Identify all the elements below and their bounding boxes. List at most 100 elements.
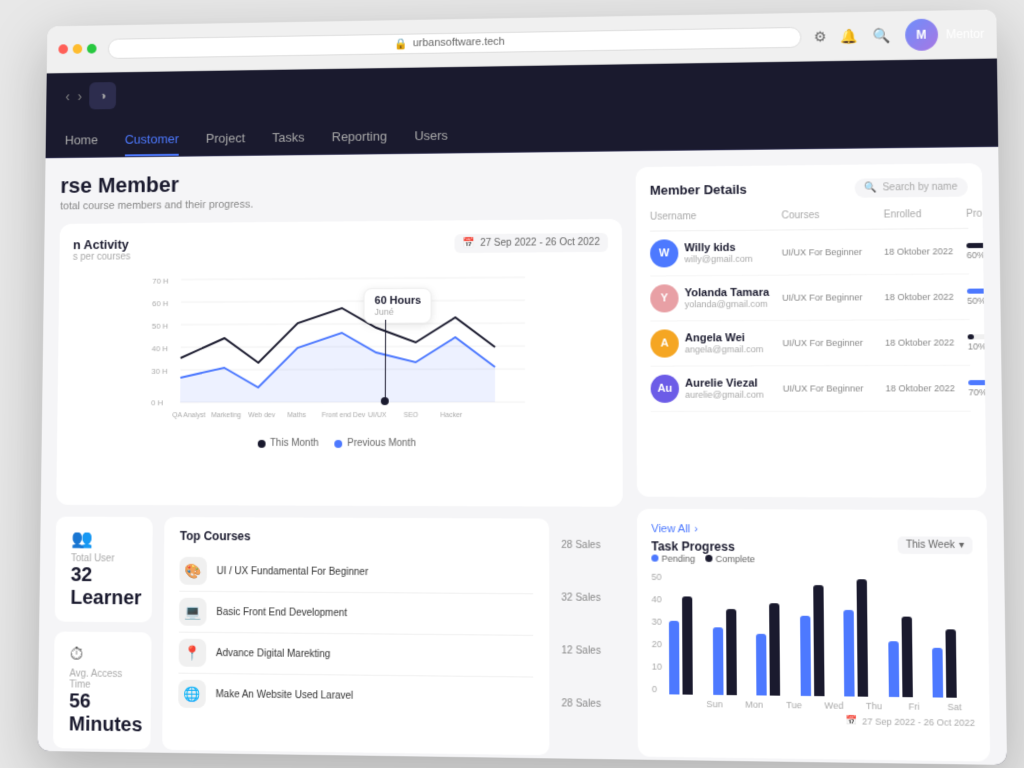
svg-text:40 H: 40 H [152, 344, 169, 353]
member-email-2: yolanda@gmail.com [685, 299, 770, 309]
search-icon-member: 🔍 [865, 182, 878, 193]
dot-yellow[interactable] [73, 44, 83, 54]
avatar-name: Mentor [946, 27, 985, 42]
bar-tue-complete [769, 603, 780, 695]
member-info-3: A Angela Wei angela@gmail.com [650, 329, 782, 358]
member-name-3: Angela Wei [685, 332, 763, 344]
member-progress-4: 70% [968, 379, 986, 396]
bar-fri-complete [901, 617, 912, 698]
chart-subtitle: s per courses [73, 252, 131, 263]
member-row-4: Au Aurelie Viezal aurelie@gmail.com UI/U… [651, 366, 971, 412]
chart-svg: 70 H 60 H 50 H 40 H 30 H 0 H [71, 267, 609, 427]
day-wed: Wed [814, 700, 854, 711]
svg-text:70 H: 70 H [152, 277, 169, 286]
course-icon-1: 🎨 [179, 557, 207, 585]
stat-label-1: Total User [71, 553, 137, 564]
member-course-1: UI/UX For Beginner [782, 247, 884, 258]
bar-sat-pending [933, 648, 944, 698]
bar-sat-complete [946, 629, 957, 697]
bar-sun-pending [669, 621, 680, 695]
dot-red[interactable] [58, 44, 68, 54]
nav-tasks[interactable]: Tasks [272, 122, 305, 155]
svg-text:Hacker: Hacker [440, 412, 463, 419]
search-icon[interactable]: 🔍 [873, 27, 891, 44]
legend-prev-month: Previous Month [334, 438, 416, 449]
col-progress: Progress [966, 208, 987, 220]
settings-icon[interactable]: ⚙ [814, 28, 827, 45]
nav-customer[interactable]: Customer [125, 124, 179, 157]
member-name-1: Willy kids [684, 242, 752, 255]
member-avatar-3: A [650, 329, 678, 357]
nav-reporting[interactable]: Reporting [332, 121, 387, 154]
member-course-2: UI/UX For Beginner [782, 292, 885, 303]
calendar-icon: 📅 [463, 238, 475, 249]
member-details-card: Member Details 🔍 Search by name Username… [636, 163, 987, 498]
course-name-1: UI / UX Fundamental For Beginner [217, 566, 534, 579]
member-avatar-2: Y [650, 284, 678, 312]
search-bar[interactable]: 🔍 Search by name [854, 177, 968, 197]
legend-label-2: Previous Month [347, 438, 416, 449]
week-selector[interactable]: This Week ▾ [897, 536, 972, 554]
top-nav-left: ‹ › ◑ [65, 82, 116, 110]
right-panel: Member Details 🔍 Search by name Username… [636, 163, 990, 761]
bar-group-wed [796, 585, 841, 696]
bar-fri-pending [888, 641, 899, 697]
bar-chart: 0 10 20 30 40 50 [651, 572, 974, 713]
member-progress-3: 10% [968, 334, 987, 352]
address-bar[interactable]: 🔒 urbansoftware.tech [108, 26, 802, 58]
legend-this-month: This Month [257, 438, 318, 449]
member-enroll-4: 18 Oktober 2022 [885, 383, 968, 393]
member-enroll-1: 18 Oktober 2022 [884, 246, 967, 257]
day-fri: Fri [894, 701, 934, 712]
day-tue: Tue [774, 700, 814, 711]
date-footer: 📅 27 Sep 2022 - 26 Oct 2022 [652, 709, 975, 733]
theme-toggle[interactable]: ◑ [89, 82, 116, 109]
bar-tue-pending [756, 634, 767, 696]
url-text: urbansoftware.tech [413, 36, 505, 49]
member-name-wrap-4: Aurelie Viezal aurelie@gmail.com [685, 377, 764, 399]
member-name-wrap-3: Angela Wei angela@gmail.com [685, 332, 764, 354]
nav-project[interactable]: Project [206, 123, 245, 156]
lock-icon: 🔒 [394, 37, 407, 50]
course-item-3: 📍 Advance Digital Marekting [179, 633, 534, 678]
page-header: rse Member total course members and thei… [60, 167, 622, 212]
svg-text:60 H: 60 H [152, 299, 169, 308]
member-row-2: Y Yolanda Tamara yolanda@gmail.com UI/UX… [650, 274, 969, 321]
bar-mon-complete [726, 609, 737, 695]
sales-item-3: 12 Sales [561, 624, 617, 677]
course-item-4: 🌐 Make An Website Used Laravel [178, 674, 533, 719]
nav-users[interactable]: Users [414, 120, 448, 153]
legend-pending: Pending [651, 553, 695, 563]
nav-home[interactable]: Home [65, 125, 99, 157]
member-info-2: Y Yolanda Tamara yolanda@gmail.com [650, 284, 782, 313]
search-placeholder: Search by name [882, 182, 957, 194]
content-area: rse Member total course members and thei… [37, 147, 1007, 765]
browser-icons: ⚙ 🔔 🔍 M Mentor [814, 18, 985, 53]
chevron-down-icon: ▾ [959, 539, 964, 550]
stat-total-user: 👥 Total User 32 Learner [55, 517, 153, 623]
browser-dots [58, 44, 96, 54]
user-avatar-wrap[interactable]: M Mentor [905, 18, 985, 51]
view-all-row[interactable]: View All › [651, 523, 755, 536]
course-name-3: Advance Digital Marekting [216, 647, 533, 661]
member-avatar-1: W [650, 239, 678, 267]
member-enroll-3: 18 Oktober 2022 [885, 337, 968, 347]
forward-button[interactable]: › [77, 88, 82, 103]
day-sat: Sat [934, 702, 975, 713]
col-username: Username [650, 210, 782, 222]
dot-green[interactable] [87, 44, 97, 54]
footer-date: 27 Sep 2022 - 26 Oct 2022 [862, 716, 975, 728]
member-progress-2: 50% [967, 288, 986, 306]
back-button[interactable]: ‹ [65, 89, 70, 104]
svg-text:SEO: SEO [404, 412, 419, 419]
member-info-4: Au Aurelie Viezal aurelie@gmail.com [651, 374, 783, 402]
course-item-1: 🎨 UI / UX Fundamental For Beginner [179, 551, 533, 594]
calendar-icon-footer: 📅 [846, 715, 858, 727]
sales-item-4: 28 Sales [561, 677, 617, 731]
col-enrolled: Enrolled [884, 209, 967, 221]
stat-label-2: Avg. Access Time [69, 668, 135, 691]
user-avatar: M [905, 19, 938, 51]
member-info-1: W Willy kids willy@gmail.com [650, 239, 782, 268]
date-range: 📅 27 Sep 2022 - 26 Oct 2022 [455, 233, 608, 253]
bell-icon[interactable]: 🔔 [841, 27, 859, 44]
